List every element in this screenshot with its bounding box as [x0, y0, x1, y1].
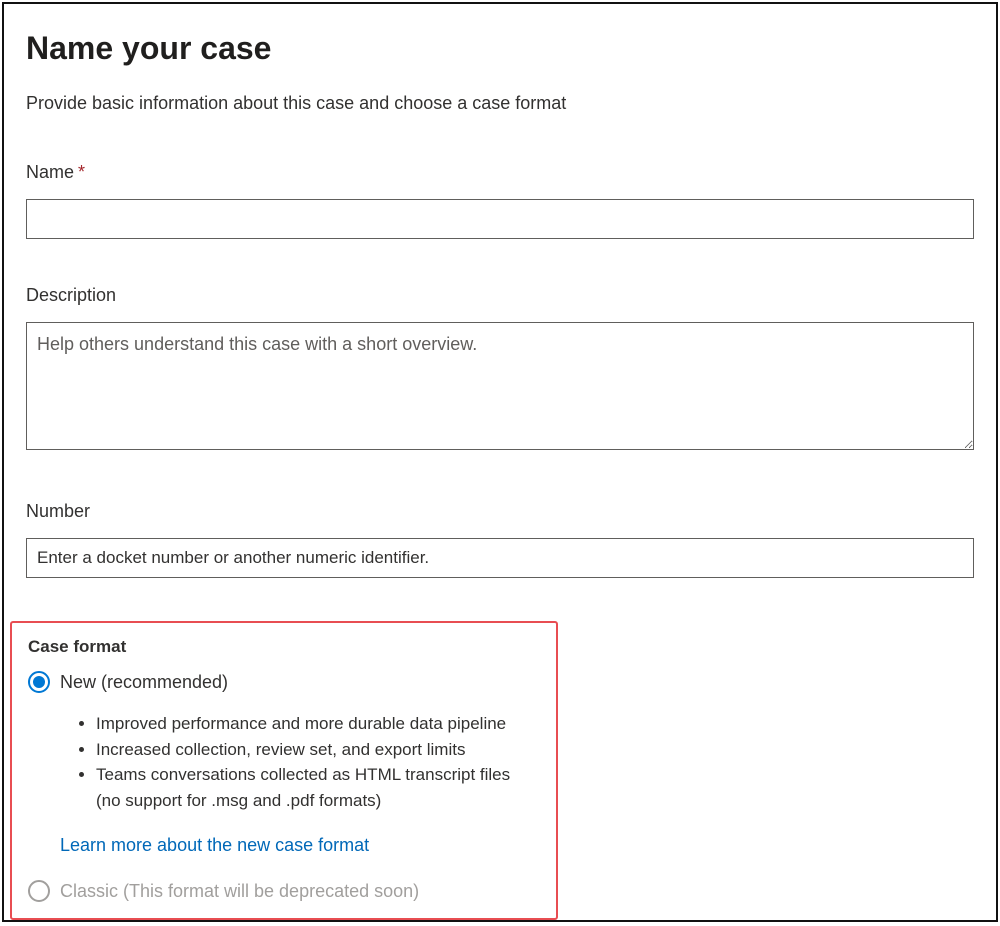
radio-selected-icon: [28, 671, 50, 693]
name-label-text: Name: [26, 162, 74, 182]
new-format-bullets: Improved performance and more durable da…: [96, 711, 542, 813]
radio-unselected-icon: [28, 880, 50, 902]
learn-more-link[interactable]: Learn more about the new case format: [60, 835, 369, 856]
bullet-item: Increased collection, review set, and ex…: [96, 737, 542, 763]
number-input[interactable]: [26, 538, 974, 578]
required-asterisk: *: [78, 162, 85, 182]
radio-dot-icon: [33, 676, 45, 688]
name-field-group: Name*: [26, 162, 974, 239]
description-field-group: Description: [26, 285, 974, 455]
name-label: Name*: [26, 162, 974, 183]
radio-option-new[interactable]: New (recommended): [28, 671, 542, 693]
name-your-case-panel: Name your case Provide basic information…: [2, 2, 998, 922]
page-title: Name your case: [26, 30, 974, 67]
bullet-item: Teams conversations collected as HTML tr…: [96, 762, 542, 813]
number-field-group: Number: [26, 501, 974, 578]
description-label: Description: [26, 285, 974, 306]
radio-option-classic[interactable]: Classic (This format will be deprecated …: [28, 880, 542, 902]
name-input[interactable]: [26, 199, 974, 239]
radio-classic-label: Classic (This format will be deprecated …: [60, 881, 419, 902]
description-textarea[interactable]: [26, 322, 974, 450]
radio-new-label: New (recommended): [60, 672, 228, 693]
case-format-highlight: Case format New (recommended) Improved p…: [10, 621, 558, 920]
case-format-label: Case format: [28, 637, 542, 657]
number-label: Number: [26, 501, 974, 522]
bullet-item: Improved performance and more durable da…: [96, 711, 542, 737]
page-subtitle: Provide basic information about this cas…: [26, 93, 974, 114]
